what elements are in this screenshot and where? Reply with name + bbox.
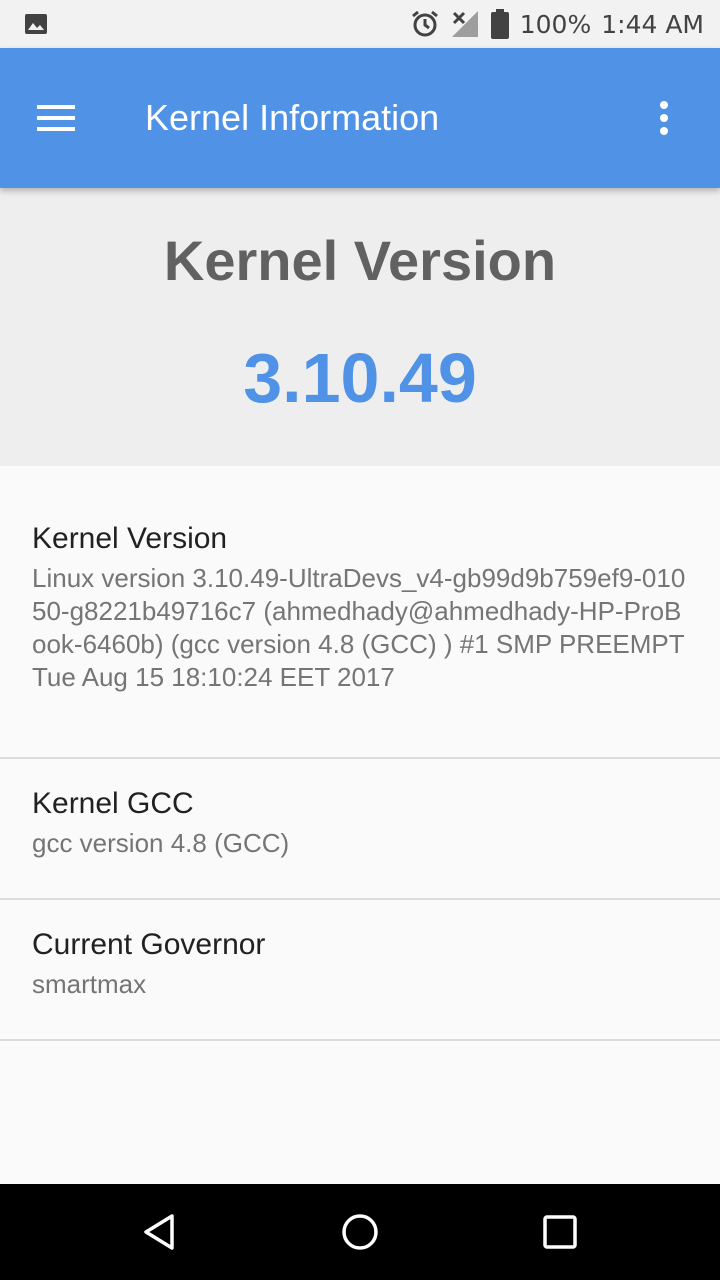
list-item-current-governor[interactable]: Current Governor smartmax: [0, 900, 720, 1041]
item-title: Kernel GCC: [32, 787, 194, 820]
image-icon: [24, 12, 48, 36]
hero-title: Kernel Version: [163, 229, 557, 292]
item-value: Linux version 3.10.49-UltraDevs_v4-gb99d…: [32, 563, 686, 692]
overflow-menu-button[interactable]: [628, 82, 700, 154]
no-signal-icon: [450, 9, 480, 39]
hero-section: Kernel Version 3.10.49: [0, 188, 720, 466]
list-item-kernel-version[interactable]: Kernel Version Linux version 3.10.49-Ult…: [0, 466, 720, 759]
navigation-bar: [0, 1184, 720, 1280]
hero-version: 3.10.49: [243, 339, 477, 417]
app-bar: Kernel Information: [0, 48, 720, 188]
home-button[interactable]: [330, 1202, 390, 1262]
item-value: gcc version 4.8 (GCC): [32, 828, 290, 858]
status-bar: 100% 1:44 AM: [0, 0, 720, 48]
back-button[interactable]: [130, 1202, 190, 1262]
hamburger-menu-icon: [37, 105, 75, 131]
info-list: Kernel Version Linux version 3.10.49-Ult…: [0, 466, 720, 1041]
item-title: Current Governor: [32, 928, 266, 961]
battery-icon: [490, 9, 510, 39]
item-title: Kernel Version: [32, 522, 228, 555]
menu-button[interactable]: [20, 82, 92, 154]
battery-percent: 100%: [519, 9, 592, 39]
recents-button[interactable]: [530, 1202, 590, 1262]
alarm-icon: [410, 9, 440, 39]
app-title: Kernel Information: [145, 97, 440, 138]
list-item-kernel-gcc[interactable]: Kernel GCC gcc version 4.8 (GCC): [0, 759, 720, 900]
recents-icon: [543, 1215, 577, 1249]
item-value: smartmax: [32, 969, 147, 999]
more-vert-icon: [660, 101, 668, 135]
back-icon: [144, 1214, 174, 1250]
clock: 1:44 AM: [601, 9, 704, 39]
home-icon: [342, 1214, 378, 1250]
